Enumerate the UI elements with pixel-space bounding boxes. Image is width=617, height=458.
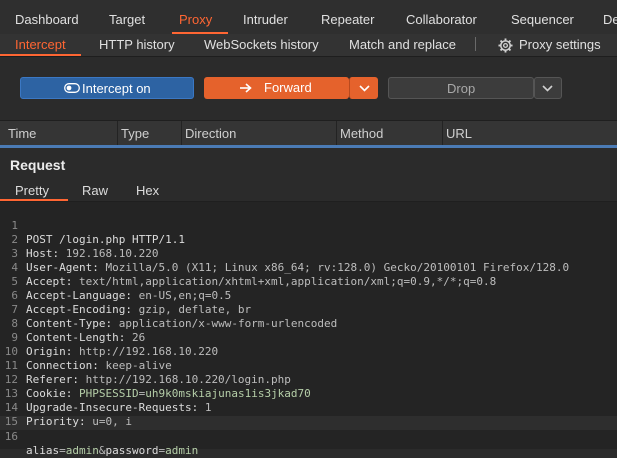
tab-intruder[interactable]: Intruder <box>243 12 288 27</box>
line-number: 16 <box>4 430 18 443</box>
header-name: User-Agent <box>26 261 93 274</box>
header-name: Cookie <box>26 387 66 400</box>
proxy-subtab-bar: Intercept HTTP history WebSockets histor… <box>0 34 617 57</box>
main-tab-bar: Dashboard Target Proxy Intruder Repeater… <box>0 0 617 35</box>
header-value: 192.168.10.220 <box>65 247 159 260</box>
intercept-label: Intercept on <box>82 81 151 96</box>
param-value: admin <box>165 444 199 457</box>
subtab-intercept[interactable]: Intercept <box>15 37 66 52</box>
column-divider[interactable] <box>336 121 337 145</box>
tab-dashboard[interactable]: Dashboard <box>15 12 79 27</box>
request-line: 1 POST /login.php HTTP/1.1 <box>0 205 185 246</box>
header-value: 26 <box>131 331 146 344</box>
header-value: text/html,application/xhtml+xml,applicat… <box>79 275 497 288</box>
header-name: Content-Length <box>26 331 119 344</box>
param-name: password <box>105 444 159 457</box>
cookie-value: uh9k0mskiajunas1is3jkad70 <box>145 387 311 400</box>
header-value: gzip, deflate, br <box>138 303 252 316</box>
header-name: Accept-Encoding <box>26 303 126 316</box>
cookie-name: PHPSESSID <box>79 387 139 400</box>
header-line: 8 Content-Length: 26 <box>0 303 145 344</box>
header-value: http://192.168.10.220 <box>79 345 219 358</box>
active-subtab-indicator <box>0 54 81 56</box>
arrow-right-icon <box>240 83 252 93</box>
header-line: 9 Origin: http://192.168.10.220 <box>0 317 218 358</box>
header-line: 3 User-Agent: Mozilla/5.0 (X11; Linux x8… <box>0 233 569 274</box>
forward-label: Forward <box>264 80 312 95</box>
header-value: 1 <box>204 401 212 414</box>
intercept-toggle-button[interactable]: Intercept on <box>20 77 194 99</box>
column-method[interactable]: Method <box>340 126 383 141</box>
tab-decoder-truncated[interactable]: De <box>603 12 617 27</box>
header-value: en-US,en;q=0.5 <box>138 289 232 302</box>
header-line: 11 Referer: http://192.168.10.220/login.… <box>0 345 291 386</box>
toggle-icon <box>64 83 80 93</box>
drop-label: Drop <box>447 81 476 96</box>
chevron-down-icon <box>359 85 370 92</box>
forward-dropdown-button[interactable] <box>349 77 378 99</box>
column-type[interactable]: Type <box>121 126 149 141</box>
header-line: 7 Content-Type: application/x-www-form-u… <box>0 289 337 330</box>
intercept-table-header: Time Type Direction Method URL <box>0 120 617 146</box>
column-divider[interactable] <box>181 121 182 145</box>
tab-proxy[interactable]: Proxy <box>179 12 212 27</box>
header-name: Referer <box>26 373 73 386</box>
tab-raw[interactable]: Raw <box>82 183 108 198</box>
column-divider[interactable] <box>117 121 118 145</box>
header-name: Host <box>26 247 53 260</box>
subtab-divider <box>475 37 476 51</box>
header-line: 13 Upgrade-Insecure-Requests: 1 <box>0 373 212 414</box>
header-line: 2 Host: 192.168.10.220 <box>0 219 158 260</box>
header-line: 14 Priority: u=0, i <box>0 387 132 428</box>
gear-icon <box>498 38 513 53</box>
column-divider[interactable] <box>442 121 443 145</box>
subtab-http-history[interactable]: HTTP history <box>99 37 175 52</box>
header-line: 10 Connection: keep-alive <box>0 331 172 372</box>
proxy-settings-label: Proxy settings <box>519 37 601 52</box>
header-name: Upgrade-Insecure-Requests <box>26 401 192 414</box>
column-url[interactable]: URL <box>446 126 472 141</box>
tab-target[interactable]: Target <box>109 12 145 27</box>
header-name: Accept <box>26 275 66 288</box>
header-name: Priority <box>26 415 79 428</box>
header-value: http://192.168.10.220/login.php <box>85 373 291 386</box>
param-value: admin <box>65 444 99 457</box>
drop-button[interactable]: Drop <box>388 77 534 99</box>
header-name: Content-Type <box>26 317 106 330</box>
subtab-match-and-replace[interactable]: Match and replace <box>349 37 456 52</box>
header-line: 12 Cookie: PHPSESSID=uh9k0mskiajunas1is3… <box>0 359 311 400</box>
header-line: 6 Accept-Encoding: gzip, deflate, br <box>0 275 251 316</box>
tab-repeater[interactable]: Repeater <box>321 12 374 27</box>
tab-sequencer[interactable]: Sequencer <box>511 12 574 27</box>
subtab-websockets-history[interactable]: WebSockets history <box>204 37 319 52</box>
header-line: 5 Accept-Language: en-US,en;q=0.5 <box>0 261 231 302</box>
request-title: Request <box>10 157 66 173</box>
column-direction[interactable]: Direction <box>185 126 236 141</box>
forward-button[interactable]: Forward <box>204 77 349 99</box>
tab-collaborator[interactable]: Collaborator <box>406 12 477 27</box>
header-value: u=0, i <box>92 415 132 428</box>
request-line-text: POST /login.php HTTP/1.1 <box>26 233 185 246</box>
header-line: 4 Accept: text/html,application/xhtml+xm… <box>0 247 496 288</box>
empty-line: 15 <box>0 401 18 428</box>
header-value: application/x-www-form-urlencoded <box>118 317 338 330</box>
header-name: Connection <box>26 359 93 372</box>
tab-pretty[interactable]: Pretty <box>15 183 49 198</box>
header-name: Accept-Language <box>26 289 126 302</box>
header-name: Origin <box>26 345 66 358</box>
column-time[interactable]: Time <box>8 126 36 141</box>
chevron-down-icon <box>542 85 553 92</box>
drop-dropdown-button[interactable] <box>534 77 562 99</box>
body-line: 16 alias=admin&password=admin <box>0 416 198 457</box>
header-value: Mozilla/5.0 (X11; Linux x86_64; rv:128.0… <box>105 261 570 274</box>
header-value: keep-alive <box>105 359 172 372</box>
param-name: alias <box>26 444 60 457</box>
tab-hex[interactable]: Hex <box>136 183 159 198</box>
